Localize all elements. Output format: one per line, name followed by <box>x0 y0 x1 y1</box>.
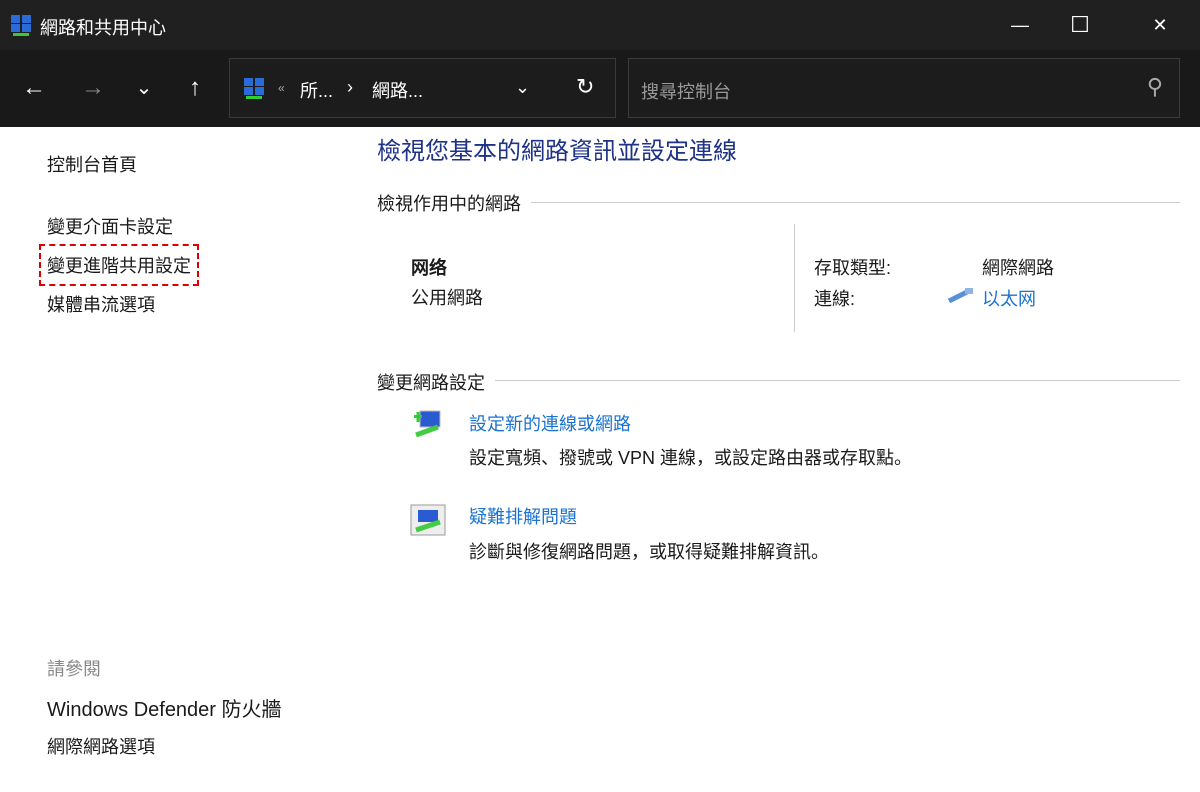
active-networks-header: 檢視作用中的網路 <box>377 190 531 216</box>
breadcrumb-item[interactable]: 所... <box>300 77 333 103</box>
maximize-button[interactable]: ☐ <box>1050 0 1110 50</box>
divider <box>377 380 1180 381</box>
sidebar-item-control-panel-home[interactable]: 控制台首頁 <box>47 151 137 177</box>
access-type-value: 網際網路 <box>982 258 1054 278</box>
recent-locations-button[interactable]: ⌄ <box>126 74 162 102</box>
refresh-button[interactable]: ↻ <box>576 74 594 100</box>
title-bar: 網路和共用中心 — ☐ ✕ <box>0 0 1200 50</box>
address-bar[interactable]: « 所... › 網路... ⌄ ↻ <box>229 58 616 118</box>
breadcrumb-separator[interactable]: › <box>347 77 353 98</box>
page-title: 檢視您基本的網路資訊並設定連線 <box>377 138 737 165</box>
sidebar-item-advanced-sharing[interactable]: 變更進階共用設定 <box>39 244 199 286</box>
search-placeholder: 搜尋控制台 <box>641 82 731 102</box>
see-also-internet-options-link[interactable]: 網際網路選項 <box>47 733 155 759</box>
new-connection-icon <box>414 410 441 438</box>
troubleshoot-link[interactable]: 疑難排解問題 <box>469 503 577 529</box>
up-button[interactable]: ↑ <box>177 74 213 102</box>
troubleshoot-description: 診斷與修復網路問題，或取得疑難排解資訊。 <box>469 542 829 562</box>
window-title: 網路和共用中心 <box>40 18 166 38</box>
close-button[interactable]: ✕ <box>1130 0 1190 50</box>
forward-button[interactable]: → <box>75 74 111 102</box>
ethernet-connection-link[interactable]: 以太网 <box>982 285 1036 311</box>
see-also-firewall-link[interactable]: Windows Defender 防火牆 <box>47 693 282 722</box>
ethernet-icon <box>947 287 973 303</box>
back-button[interactable]: ← <box>16 74 52 102</box>
change-settings-header: 變更網路設定 <box>377 369 495 395</box>
minimize-button[interactable]: — <box>990 0 1050 50</box>
breadcrumb-item[interactable]: 網路... <box>372 77 423 103</box>
network-center-icon <box>11 15 31 36</box>
network-type: 公用網路 <box>411 288 483 308</box>
search-icon[interactable]: ⚲ <box>1147 74 1163 100</box>
divider <box>794 224 795 332</box>
sidebar-item-adapter-settings[interactable]: 變更介面卡設定 <box>47 213 173 239</box>
connection-label: 連線: <box>814 289 856 309</box>
sidebar-item-media-streaming[interactable]: 媒體串流選項 <box>47 291 155 317</box>
network-name: 网络 <box>411 258 447 278</box>
access-type-label: 存取類型: <box>814 258 892 278</box>
setup-connection-link[interactable]: 設定新的連線或網路 <box>469 410 631 436</box>
address-dropdown-button[interactable]: ⌄ <box>515 77 530 98</box>
setup-connection-description: 設定寬頻、撥號或 VPN 連線，或設定路由器或存取點。 <box>469 448 913 468</box>
breadcrumb-overflow[interactable]: « <box>278 81 285 95</box>
search-input[interactable]: 搜尋控制台 ⚲ <box>628 58 1180 118</box>
network-center-icon <box>244 78 264 99</box>
see-also-label: 請參閱 <box>47 659 101 679</box>
troubleshoot-icon <box>410 504 446 536</box>
navigation-bar: ← → ⌄ ↑ « 所... › 網路... ⌄ ↻ 搜尋控制台 ⚲ <box>0 50 1200 127</box>
